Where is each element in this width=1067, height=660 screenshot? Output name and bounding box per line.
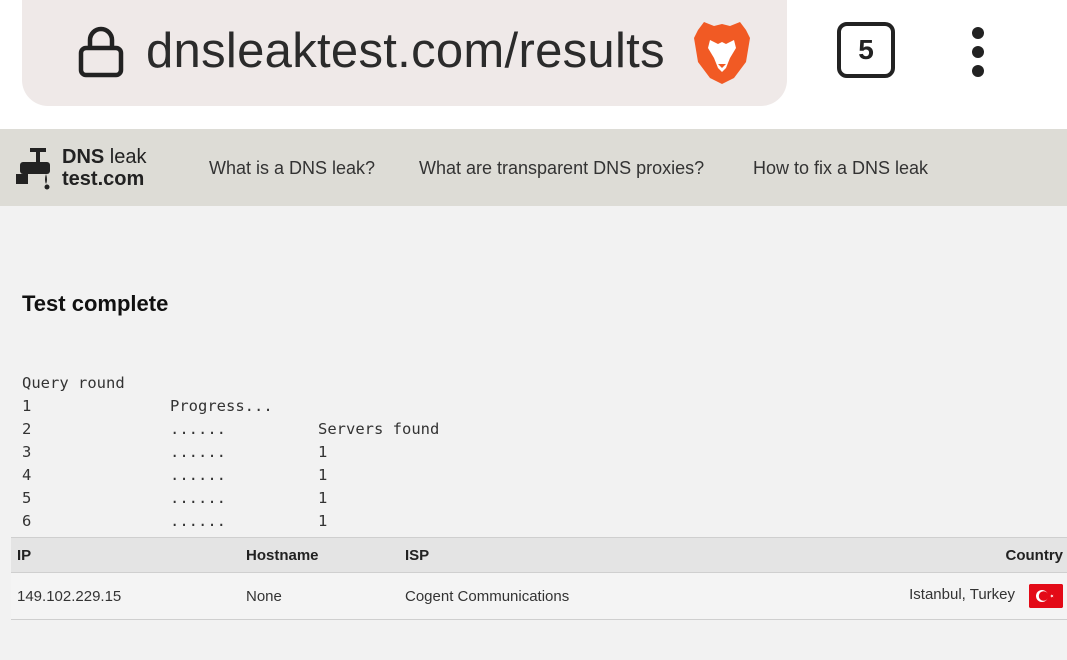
turkey-flag-icon (1029, 584, 1063, 608)
address-bar[interactable]: dnsleaktest.com/results (22, 0, 787, 106)
progress-dots: ...... (170, 512, 226, 530)
query-row: 2 ...... 1 (22, 395, 522, 484)
results-table: IP Hostname ISP Country 149.102.229.15 N… (11, 537, 1067, 620)
query-row: 1 ...... 1 (22, 372, 522, 461)
servers-count: 1 (318, 512, 328, 530)
logo-text-line2: test.com (62, 168, 145, 190)
col-isp: ISP (405, 547, 430, 564)
site-header: DNS leak test.com What is a DNS leak? Wh… (0, 129, 1067, 206)
nav-transparent-dns-proxies[interactable]: What are transparent DNS proxies? (419, 157, 704, 179)
query-table-header: Query round Progress... Servers found (22, 349, 522, 438)
query-row: 4 ...... 1 (22, 441, 522, 530)
results-table-header: IP Hostname ISP Country (11, 537, 1067, 573)
logo-text-bold: DNS (62, 146, 105, 168)
url-text[interactable]: dnsleaktest.com/results (146, 22, 684, 80)
site-logo[interactable]: DNS leak test.com (16, 143, 166, 193)
round-number: 6 (22, 512, 32, 530)
tab-count-button[interactable]: 5 (837, 22, 895, 78)
brave-lion-icon[interactable] (690, 18, 754, 88)
query-row: 6 ...... 1 (22, 487, 522, 576)
nav-what-is-dns-leak[interactable]: What is a DNS leak? (209, 157, 375, 179)
logo-text-line1: DNS leak (62, 146, 146, 168)
query-row: 5 ...... 1 (22, 464, 522, 553)
col-hostname: Hostname (246, 547, 319, 564)
isp-value: Cogent Communications (405, 588, 570, 605)
browser-toolbar: dnsleaktest.com/results 5 (0, 0, 1067, 129)
col-country: Country (1005, 547, 1064, 564)
nav-how-to-fix[interactable]: How to fix a DNS leak (753, 157, 928, 179)
logo-text-rest: leak (104, 146, 147, 168)
faucet-icon (16, 148, 50, 190)
hostname-value: None (246, 588, 282, 605)
col-ip: IP (17, 547, 32, 564)
country-value: Istanbul, Turkey (909, 586, 1015, 603)
ip-value: 149.102.229.15 (17, 588, 122, 605)
table-row: 149.102.229.15 None Cogent Communication… (11, 573, 1067, 620)
page-title: Test complete (22, 291, 169, 316)
vertical-dots-icon[interactable] (962, 24, 994, 80)
lock-icon[interactable] (78, 24, 124, 78)
query-row: 3 ...... 1 (22, 418, 522, 507)
